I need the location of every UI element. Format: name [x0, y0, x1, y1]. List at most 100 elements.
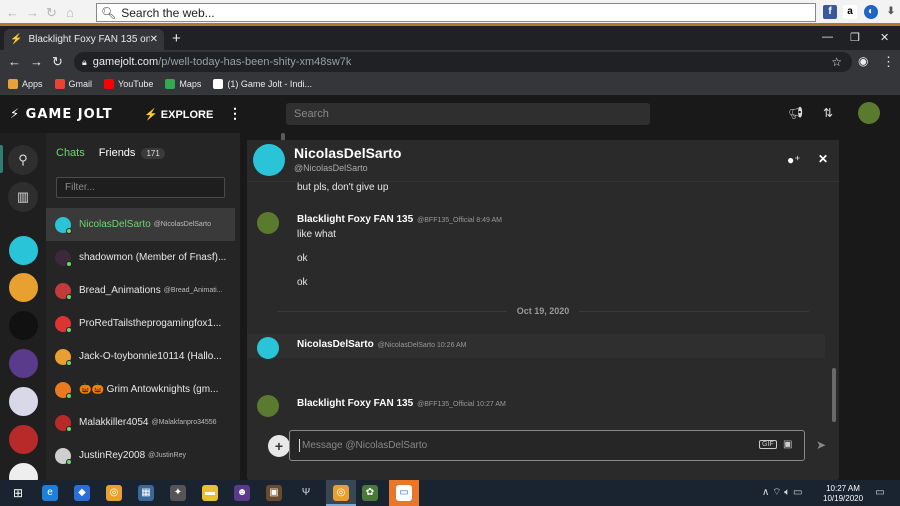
minecraft-icon[interactable]: ▣ — [266, 485, 282, 501]
message-author[interactable]: Blacklight Foxy FAN 135 @BFF135_Official … — [297, 398, 506, 409]
bookmark-maps[interactable]: Maps — [165, 79, 201, 89]
sticker-icon[interactable]: ▣ — [783, 439, 792, 450]
left-rail: ⚲ ▥ — [0, 133, 46, 494]
rail-avatar[interactable] — [7, 385, 40, 418]
message-avatar[interactable] — [257, 395, 279, 417]
bolt-icon: ⚡ — [10, 107, 21, 122]
chat-row[interactable]: shadowmon (Member of Fnasf)... — [46, 241, 235, 274]
extension-icon[interactable]: ◐ — [864, 5, 878, 19]
lock-icon: 🔒︎ — [82, 56, 87, 67]
conversation-name[interactable]: NicolasDelSarto — [294, 145, 401, 161]
rail-avatar[interactable] — [7, 309, 40, 342]
forward-icon[interactable]: → — [26, 5, 39, 20]
chat-scrollbar[interactable] — [832, 368, 836, 422]
taskbar-clock[interactable]: 10:27 AM 10/19/2020 — [823, 484, 863, 504]
gif-button[interactable]: GIF — [759, 440, 777, 449]
megaphone-icon[interactable]: 📢︎ — [788, 106, 803, 120]
conversation-avatar[interactable] — [253, 144, 285, 176]
browser-tab[interactable]: ⚡ Blacklight Foxy FAN 135 on Gam ✕ — [4, 29, 164, 50]
chat-icon[interactable]: ⚲ — [8, 145, 38, 175]
message-text: ok — [297, 277, 308, 288]
rail-avatar[interactable] — [7, 347, 40, 380]
minimize-icon[interactable]: — — [822, 31, 833, 43]
bookmark-gmail[interactable]: Gmail — [54, 79, 92, 89]
facebook-icon[interactable]: f — [823, 5, 837, 19]
gamejolt-search-input[interactable]: Search — [286, 103, 650, 125]
chat-row[interactable]: NicolasDelSarto @NicolasDelSarto — [46, 208, 235, 241]
app-icon[interactable]: ✿ — [362, 485, 378, 501]
library-icon[interactable]: ▥ — [8, 182, 38, 212]
more-menu-icon[interactable]: ⋮ — [228, 105, 242, 122]
edge-icon[interactable]: e — [42, 485, 58, 501]
windows-start-icon[interactable]: ⊞ — [10, 485, 26, 501]
back-icon[interactable]: ← — [6, 5, 19, 20]
friend-requests-icon[interactable]: ⇅ — [823, 106, 833, 120]
message-text: ok — [297, 253, 308, 264]
destiny-icon[interactable]: Ψ — [298, 485, 314, 501]
amazon-icon[interactable]: a — [843, 5, 857, 19]
bookmark-apps[interactable]: Apps — [8, 79, 43, 89]
explore-link[interactable]: ⚡ EXPLORE — [144, 108, 213, 121]
app-icon[interactable]: ✦ — [170, 485, 186, 501]
chat-row[interactable]: Jack-O-toybonnie10114 (Hallo... — [46, 340, 235, 373]
message-avatar[interactable] — [257, 212, 279, 234]
message-text: but pls, don't give up — [297, 182, 389, 193]
menu-icon[interactable]: ⋮ — [882, 54, 895, 70]
chat-row[interactable]: ProRedTailstheprogamingfox1... — [46, 307, 235, 340]
url-input[interactable]: 🔒︎ gamejolt.com /p/well-today-has-been-s… — [74, 52, 852, 72]
chat-avatar — [55, 447, 72, 465]
message-author[interactable]: Blacklight Foxy FAN 135 @BFF135_Official … — [297, 214, 502, 225]
download-icon[interactable]: ⬇ — [884, 5, 898, 19]
close-tab-icon[interactable]: ✕ — [150, 34, 158, 45]
message-input[interactable]: Message @NicolasDelSarto — [289, 430, 805, 461]
rail-avatar[interactable] — [7, 271, 40, 304]
tab-chats[interactable]: Chats — [56, 147, 85, 159]
add-attachment-button[interactable]: + — [268, 435, 290, 457]
back-icon[interactable]: ← — [8, 54, 21, 69]
gamejolt-logo[interactable]: ⚡ GAME JOLT — [10, 107, 113, 122]
rail-avatar[interactable] — [7, 423, 40, 456]
close-window-icon[interactable]: ✕ — [880, 31, 889, 44]
bookmark-gamejolt[interactable]: (1) Game Jolt - Indi... — [213, 79, 312, 89]
new-tab-icon[interactable]: + — [172, 30, 181, 47]
system-tray-icons[interactable]: ∧ ⌔ 🔈︎ ▭ — [762, 486, 803, 499]
apps-icon — [8, 79, 18, 89]
chat-avatar — [55, 216, 72, 234]
search-toolbar: ← → ↻ ⌂ 🔍︎ Search the web... f a ◐ ⬇ — [0, 0, 900, 26]
chat-row[interactable]: JustinRey2008 @JustinRey — [46, 439, 235, 472]
chrome-icon[interactable]: ◎ — [106, 485, 122, 501]
calculator-icon[interactable]: ▦ — [138, 485, 154, 501]
message-avatar[interactable] — [257, 337, 279, 359]
chat-row[interactable]: Bread_Animations @Bread_Animati... — [46, 274, 235, 307]
restore-icon[interactable]: ❐ — [850, 31, 860, 44]
user-avatar[interactable] — [858, 102, 880, 124]
url-host: gamejolt.com — [92, 56, 159, 68]
taskbar-active-chrome[interactable]: ◎ — [326, 480, 356, 506]
bookmark-youtube[interactable]: YouTube — [104, 79, 153, 89]
chat-avatar — [55, 414, 72, 432]
forward-icon[interactable]: → — [30, 54, 43, 69]
message-author[interactable]: NicolasDelSarto @NicolasDelSarto 10:26 AM — [297, 339, 467, 350]
chat-row[interactable]: Malakkiller4054 @Malakfanpro34556 — [46, 406, 235, 439]
refresh-icon[interactable]: ↻ — [46, 5, 57, 21]
app-window-icon: ▭ — [396, 485, 412, 501]
web-search-input[interactable]: 🔍︎ Search the web... — [96, 3, 816, 22]
sticky-notes-icon[interactable]: ▬ — [202, 485, 218, 501]
maps-icon — [165, 79, 176, 89]
filter-input[interactable]: Filter... — [56, 177, 225, 198]
chat-row[interactable]: 🎃🎃 Grim Antowknights (gm... — [46, 373, 235, 406]
address-bar: ← → ↻ 🔒︎ gamejolt.com /p/well-today-has-… — [0, 50, 900, 74]
profile-icon[interactable]: ◉ — [858, 54, 868, 68]
close-icon[interactable]: ✕ — [818, 152, 828, 166]
send-icon[interactable]: ➤ — [816, 438, 826, 452]
app-icon[interactable]: ◆ — [74, 485, 90, 501]
tab-friends[interactable]: Friends — [99, 147, 136, 159]
add-member-icon[interactable]: ●⁺ — [787, 153, 801, 167]
app-icon[interactable]: ☻ — [234, 485, 250, 501]
reload-icon[interactable]: ↻ — [52, 54, 63, 70]
home-icon[interactable]: ⌂ — [66, 5, 74, 20]
notifications-icon[interactable]: ▭ — [872, 485, 888, 501]
star-icon[interactable]: ☆ — [831, 55, 842, 69]
taskbar-active-app[interactable]: ▭ — [389, 480, 419, 506]
rail-avatar[interactable] — [7, 234, 40, 267]
